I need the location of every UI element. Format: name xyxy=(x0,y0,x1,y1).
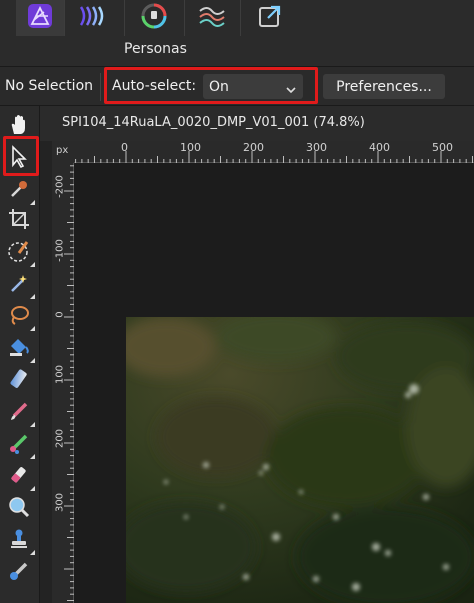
magnifier-icon xyxy=(7,495,31,523)
tools-panel xyxy=(0,106,40,603)
lasso-icon xyxy=(7,304,31,330)
ruler-left-label: 0 xyxy=(54,311,66,318)
ruler-top-label: 200 xyxy=(243,141,264,154)
document-tab[interactable]: SPI104_14RuaLA_0020_DMP_V01_001 (74.8%) xyxy=(62,115,365,130)
dodge-brush-tool[interactable] xyxy=(3,430,35,460)
tone-mapping-persona-icon xyxy=(197,3,227,33)
ruler-left-label: 100 xyxy=(54,364,66,385)
ruler-top-label: 500 xyxy=(432,141,453,154)
zoom-tool[interactable] xyxy=(3,494,35,524)
ruler-top-label: 300 xyxy=(306,141,327,154)
stamp-icon xyxy=(8,528,30,554)
ruler-top-label: 0 xyxy=(121,141,128,154)
ruler-left-label: -100 xyxy=(54,239,66,262)
gradient-tool[interactable] xyxy=(3,366,35,396)
tone-mapping-persona-button[interactable] xyxy=(188,0,236,36)
ruler-top-label: 100 xyxy=(180,141,201,154)
liquify-persona-icon xyxy=(77,3,111,33)
export-persona-icon xyxy=(256,2,284,34)
photo-persona-icon xyxy=(26,2,54,34)
export-persona-button[interactable] xyxy=(246,0,294,36)
vertical-ruler: -200 -100 0 100 200 300 xyxy=(52,163,74,603)
ruler-unit: px xyxy=(56,145,69,156)
ruler-top-label: 400 xyxy=(369,141,390,154)
document-image[interactable] xyxy=(126,317,474,603)
ruler-left-label: 300 xyxy=(54,492,66,513)
photo-persona-button[interactable] xyxy=(16,0,64,36)
context-toolbar: No Selection Auto-select: On Preferences… xyxy=(0,66,474,106)
personas-label: Personas xyxy=(124,41,187,57)
paint-bucket-icon xyxy=(7,336,31,362)
persona-bar: Personas xyxy=(0,0,474,66)
color-picker-tool[interactable] xyxy=(3,176,35,206)
crop-icon xyxy=(8,208,30,234)
document-tab-bar: SPI104_14RuaLA_0020_DMP_V01_001 (74.8%) xyxy=(40,106,474,141)
flood-select-tool[interactable] xyxy=(3,270,35,300)
ruler-left-label: -200 xyxy=(54,175,66,198)
liquify-persona-button[interactable] xyxy=(70,0,118,36)
ruler-left-label: 200 xyxy=(54,428,66,449)
inpainting-brush-icon xyxy=(8,560,30,586)
preferences-button[interactable]: Preferences... xyxy=(323,74,445,99)
freehand-selection-tool[interactable] xyxy=(3,302,35,332)
forest-photo xyxy=(126,317,474,603)
inpainting-brush-tool[interactable] xyxy=(3,558,35,588)
move-tool-highlight xyxy=(3,136,39,176)
flood-fill-tool[interactable] xyxy=(3,334,35,364)
horizontal-ruler: 0 100 200 300 400 500 xyxy=(52,141,474,163)
ruler-corner: px xyxy=(52,141,74,163)
crop-tool[interactable] xyxy=(3,206,35,236)
autoselect-highlight xyxy=(104,67,318,104)
erase-brush-tool[interactable] xyxy=(3,462,35,492)
paint-brush-tool[interactable] xyxy=(3,398,35,428)
develop-persona-button[interactable] xyxy=(130,0,178,36)
paint-brush-icon xyxy=(8,400,30,426)
magic-wand-icon xyxy=(8,272,30,298)
dodge-brush-icon xyxy=(8,432,30,458)
selection-brush-tool[interactable] xyxy=(3,238,35,268)
selection-status: No Selection xyxy=(5,78,94,94)
clone-brush-tool[interactable] xyxy=(3,526,35,556)
eraser-icon xyxy=(8,464,30,490)
eyedropper-icon xyxy=(8,178,30,204)
gradient-icon xyxy=(8,368,30,394)
develop-persona-icon xyxy=(139,1,169,35)
selection-brush-icon xyxy=(7,239,31,267)
